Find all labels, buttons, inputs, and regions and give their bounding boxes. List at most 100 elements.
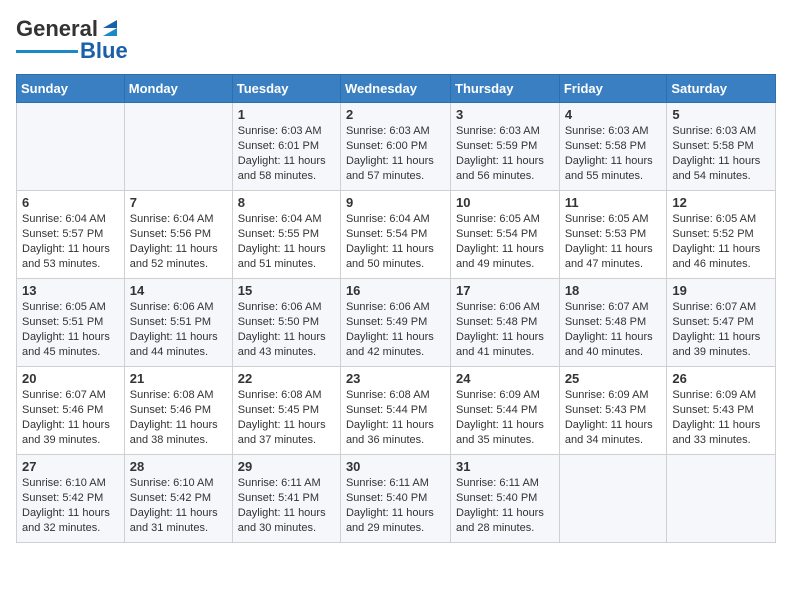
- header-saturday: Saturday: [667, 75, 776, 103]
- day-info: Sunrise: 6:06 AMSunset: 5:50 PMDaylight:…: [238, 300, 335, 359]
- day-number: 15: [238, 283, 335, 298]
- calendar-week-2: 6 Sunrise: 6:04 AMSunset: 5:57 PMDaylight…: [17, 191, 776, 279]
- calendar-cell: 10 Sunrise: 6:05 AMSunset: 5:54 PMDayligh…: [451, 191, 560, 279]
- header-sunday: Sunday: [17, 75, 125, 103]
- header-friday: Friday: [559, 75, 667, 103]
- day-number: 25: [565, 371, 662, 386]
- day-number: 17: [456, 283, 554, 298]
- day-info: Sunrise: 6:06 AMSunset: 5:51 PMDaylight:…: [130, 300, 227, 359]
- day-info: Sunrise: 6:11 AMSunset: 5:40 PMDaylight:…: [456, 476, 554, 535]
- calendar-cell: 4 Sunrise: 6:03 AMSunset: 5:58 PMDaylight…: [559, 103, 667, 191]
- header-wednesday: Wednesday: [340, 75, 450, 103]
- day-info: Sunrise: 6:11 AMSunset: 5:41 PMDaylight:…: [238, 476, 335, 535]
- day-number: 7: [130, 195, 227, 210]
- day-info: Sunrise: 6:07 AMSunset: 5:46 PMDaylight:…: [22, 388, 119, 447]
- calendar-cell: 26Sunrise: 6:09 AMSunset: 5:43 PMDayligh…: [667, 367, 776, 455]
- day-info: Sunrise: 6:08 AMSunset: 5:45 PMDaylight:…: [238, 388, 335, 447]
- calendar-cell: 15 Sunrise: 6:06 AMSunset: 5:50 PMDayligh…: [232, 279, 340, 367]
- day-number: 28: [130, 459, 227, 474]
- calendar-cell: 8Sunrise: 6:04 AMSunset: 5:55 PMDaylight…: [232, 191, 340, 279]
- day-info: Sunrise: 6:09 AMSunset: 5:43 PMDaylight:…: [565, 388, 662, 447]
- calendar-cell: [124, 103, 232, 191]
- calendar-cell: 9 Sunrise: 6:04 AMSunset: 5:54 PMDaylight…: [340, 191, 450, 279]
- calendar-cell: 21Sunrise: 6:08 AMSunset: 5:46 PMDayligh…: [124, 367, 232, 455]
- day-number: 22: [238, 371, 335, 386]
- calendar-cell: 5 Sunrise: 6:03 AMSunset: 5:58 PMDaylight…: [667, 103, 776, 191]
- day-number: 3: [456, 107, 554, 122]
- calendar-cell: 20 Sunrise: 6:07 AMSunset: 5:46 PMDayligh…: [17, 367, 125, 455]
- day-info: Sunrise: 6:05 AMSunset: 5:53 PMDaylight:…: [565, 212, 662, 271]
- day-number: 13: [22, 283, 119, 298]
- day-info: Sunrise: 6:10 AMSunset: 5:42 PMDaylight:…: [130, 476, 227, 535]
- day-number: 4: [565, 107, 662, 122]
- calendar-cell: 2 Sunrise: 6:03 AMSunset: 6:00 PMDaylight…: [340, 103, 450, 191]
- calendar-cell: 31Sunrise: 6:11 AMSunset: 5:40 PMDayligh…: [451, 455, 560, 543]
- calendar-cell: 22 Sunrise: 6:08 AMSunset: 5:45 PMDayligh…: [232, 367, 340, 455]
- day-number: 20: [22, 371, 119, 386]
- day-info: Sunrise: 6:03 AMSunset: 6:01 PMDaylight:…: [238, 124, 335, 183]
- calendar-cell: 7 Sunrise: 6:04 AMSunset: 5:56 PMDaylight…: [124, 191, 232, 279]
- calendar-cell: 19 Sunrise: 6:07 AMSunset: 5:47 PMDayligh…: [667, 279, 776, 367]
- day-number: 1: [238, 107, 335, 122]
- calendar-cell: [667, 455, 776, 543]
- day-number: 2: [346, 107, 445, 122]
- day-number: 6: [22, 195, 119, 210]
- day-number: 11: [565, 195, 662, 210]
- calendar-cell: 17 Sunrise: 6:06 AMSunset: 5:48 PMDayligh…: [451, 279, 560, 367]
- calendar-cell: 11 Sunrise: 6:05 AMSunset: 5:53 PMDayligh…: [559, 191, 667, 279]
- day-number: 27: [22, 459, 119, 474]
- day-number: 29: [238, 459, 335, 474]
- calendar-cell: 30 Sunrise: 6:11 AMSunset: 5:40 PMDayligh…: [340, 455, 450, 543]
- day-number: 9: [346, 195, 445, 210]
- day-number: 8: [238, 195, 335, 210]
- day-number: 21: [130, 371, 227, 386]
- day-info: Sunrise: 6:06 AMSunset: 5:49 PMDaylight:…: [346, 300, 445, 359]
- header-monday: Monday: [124, 75, 232, 103]
- day-info: Sunrise: 6:03 AMSunset: 6:00 PMDaylight:…: [346, 124, 445, 183]
- day-info: Sunrise: 6:04 AMSunset: 5:56 PMDaylight:…: [130, 212, 227, 271]
- day-info: Sunrise: 6:03 AMSunset: 5:58 PMDaylight:…: [672, 124, 770, 183]
- day-info: Sunrise: 6:03 AMSunset: 5:58 PMDaylight:…: [565, 124, 662, 183]
- day-info: Sunrise: 6:09 AMSunset: 5:43 PMDaylight:…: [672, 388, 770, 447]
- calendar-cell: 24Sunrise: 6:09 AMSunset: 5:44 PMDayligh…: [451, 367, 560, 455]
- day-info: Sunrise: 6:05 AMSunset: 5:51 PMDaylight:…: [22, 300, 119, 359]
- calendar-cell: 25 Sunrise: 6:09 AMSunset: 5:43 PMDayligh…: [559, 367, 667, 455]
- day-number: 16: [346, 283, 445, 298]
- calendar-cell: 14 Sunrise: 6:06 AMSunset: 5:51 PMDayligh…: [124, 279, 232, 367]
- page-header: General Blue: [16, 16, 776, 64]
- day-number: 19: [672, 283, 770, 298]
- calendar-cell: 28 Sunrise: 6:10 AMSunset: 5:42 PMDayligh…: [124, 455, 232, 543]
- calendar-cell: 16 Sunrise: 6:06 AMSunset: 5:49 PMDayligh…: [340, 279, 450, 367]
- day-info: Sunrise: 6:07 AMSunset: 5:48 PMDaylight:…: [565, 300, 662, 359]
- calendar-cell: 6 Sunrise: 6:04 AMSunset: 5:57 PMDaylight…: [17, 191, 125, 279]
- calendar-header-row: SundayMondayTuesdayWednesdayThursdayFrid…: [17, 75, 776, 103]
- day-number: 24: [456, 371, 554, 386]
- calendar-week-1: 1 Sunrise: 6:03 AMSunset: 6:01 PMDaylight…: [17, 103, 776, 191]
- calendar-cell: 29 Sunrise: 6:11 AMSunset: 5:41 PMDayligh…: [232, 455, 340, 543]
- calendar-cell: 18 Sunrise: 6:07 AMSunset: 5:48 PMDayligh…: [559, 279, 667, 367]
- calendar-cell: 12Sunrise: 6:05 AMSunset: 5:52 PMDayligh…: [667, 191, 776, 279]
- calendar-cell: [559, 455, 667, 543]
- header-thursday: Thursday: [451, 75, 560, 103]
- calendar-week-5: 27 Sunrise: 6:10 AMSunset: 5:42 PMDayligh…: [17, 455, 776, 543]
- day-info: Sunrise: 6:06 AMSunset: 5:48 PMDaylight:…: [456, 300, 554, 359]
- calendar-cell: 27Sunrise: 6:10 AMSunset: 5:42 PMDayligh…: [17, 455, 125, 543]
- calendar-week-3: 13 Sunrise: 6:05 AMSunset: 5:51 PMDayligh…: [17, 279, 776, 367]
- day-info: Sunrise: 6:05 AMSunset: 5:52 PMDaylight:…: [672, 212, 770, 271]
- day-number: 5: [672, 107, 770, 122]
- day-info: Sunrise: 6:05 AMSunset: 5:54 PMDaylight:…: [456, 212, 554, 271]
- day-number: 30: [346, 459, 445, 474]
- calendar-cell: 3Sunrise: 6:03 AMSunset: 5:59 PMDaylight…: [451, 103, 560, 191]
- day-info: Sunrise: 6:04 AMSunset: 5:57 PMDaylight:…: [22, 212, 119, 271]
- day-info: Sunrise: 6:07 AMSunset: 5:47 PMDaylight:…: [672, 300, 770, 359]
- logo-blue: Blue: [80, 38, 128, 64]
- day-number: 14: [130, 283, 227, 298]
- day-info: Sunrise: 6:04 AMSunset: 5:54 PMDaylight:…: [346, 212, 445, 271]
- day-number: 18: [565, 283, 662, 298]
- header-tuesday: Tuesday: [232, 75, 340, 103]
- day-number: 10: [456, 195, 554, 210]
- calendar-cell: 23Sunrise: 6:08 AMSunset: 5:44 PMDayligh…: [340, 367, 450, 455]
- calendar-cell: [17, 103, 125, 191]
- day-info: Sunrise: 6:11 AMSunset: 5:40 PMDaylight:…: [346, 476, 445, 535]
- day-number: 23: [346, 371, 445, 386]
